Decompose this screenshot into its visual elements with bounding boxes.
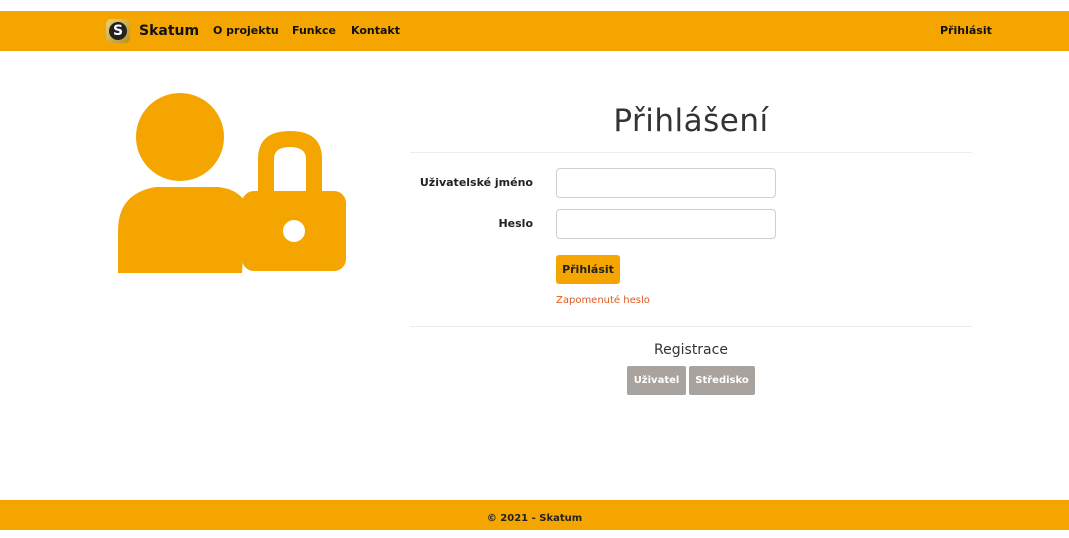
nav-link-funkce[interactable]: Funkce bbox=[292, 24, 336, 37]
registration-title: Registrace bbox=[654, 342, 728, 358]
nav-login-link[interactable]: Přihlásit bbox=[940, 24, 992, 37]
brand-name: Skatum bbox=[139, 23, 200, 39]
password-input[interactable] bbox=[556, 209, 776, 239]
divider-bottom bbox=[410, 326, 972, 327]
skatum-logo: S bbox=[106, 19, 130, 43]
login-button[interactable]: Přihlásit bbox=[556, 255, 620, 284]
nav-link-kontakt[interactable]: Kontakt bbox=[351, 24, 400, 37]
password-label: Heslo bbox=[498, 217, 533, 230]
username-input[interactable] bbox=[556, 168, 776, 198]
divider-top bbox=[410, 152, 972, 153]
nav-link-o-projektu[interactable]: O projektu bbox=[213, 24, 279, 37]
page-title: Přihlášení bbox=[613, 103, 769, 139]
logo-letter: S bbox=[109, 22, 127, 40]
footer: © 2021 - Skatum bbox=[0, 500, 1069, 530]
forgot-password-link[interactable]: Zapomenuté heslo bbox=[556, 295, 650, 306]
top-navbar: S Skatum O projektu Funkce Kontakt Přihl… bbox=[0, 11, 1069, 51]
register-center-button[interactable]: Středisko bbox=[689, 366, 755, 395]
register-user-button[interactable]: Uživatel bbox=[627, 366, 686, 395]
user-lock-icon bbox=[118, 93, 346, 273]
brand-link[interactable]: S Skatum bbox=[106, 19, 200, 43]
username-label: Uživatelské jméno bbox=[419, 176, 533, 189]
